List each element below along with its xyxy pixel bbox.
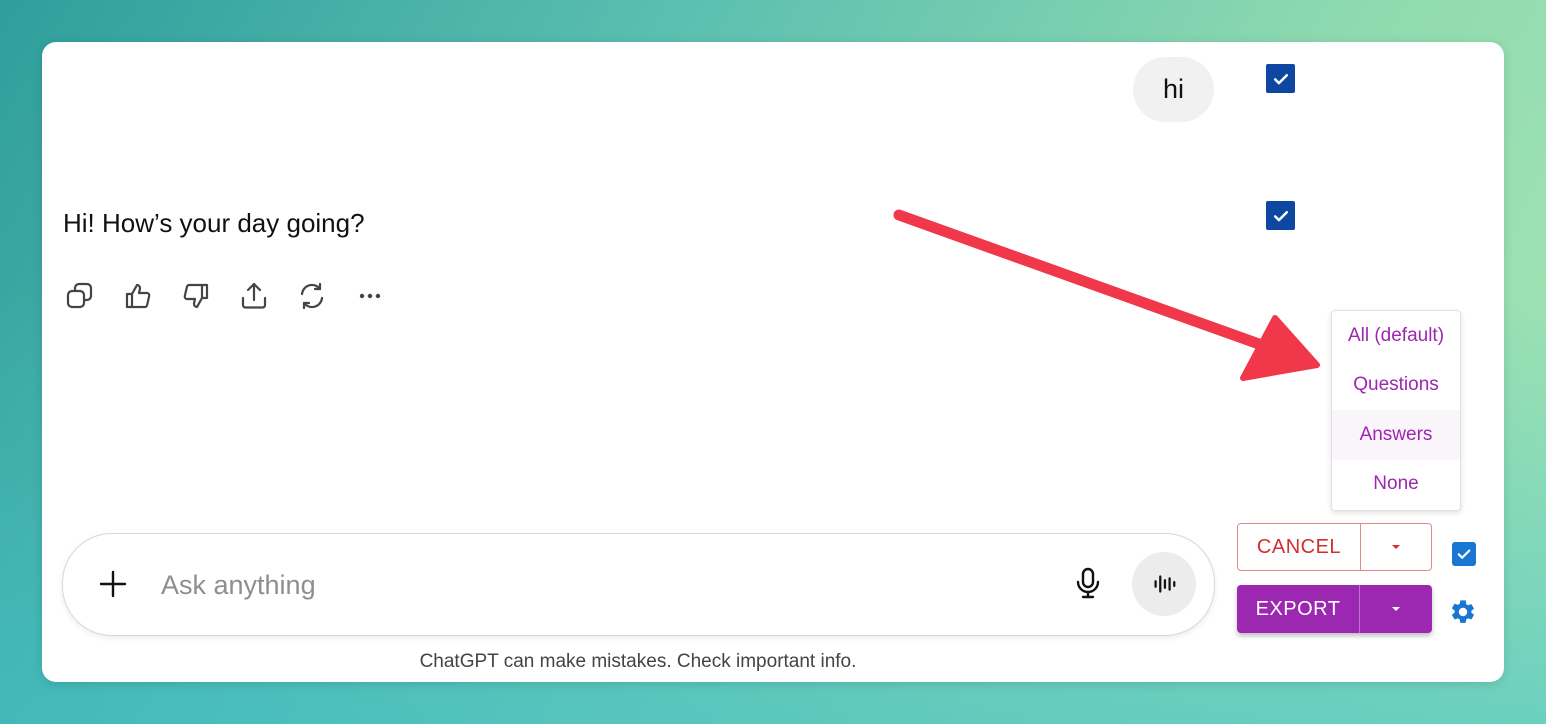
menu-item-answers[interactable]: Answers: [1332, 410, 1460, 460]
message-actions-bar: [63, 279, 387, 313]
voice-waveform-icon: [1154, 575, 1176, 593]
message-composer: [62, 533, 1215, 636]
checkmark-icon: [1273, 73, 1288, 84]
menu-item-none[interactable]: None: [1332, 460, 1460, 510]
assistant-message: Hi! How’s your day going?: [63, 208, 365, 238]
export-dropdown-button[interactable]: [1360, 585, 1432, 633]
caret-down-icon: [1392, 545, 1400, 549]
caret-down-icon: [1392, 607, 1400, 611]
share-icon: [241, 282, 267, 309]
select-question-checkbox[interactable]: [1266, 64, 1295, 93]
menu-item-questions[interactable]: Questions: [1332, 361, 1460, 411]
thumbs-down-icon: [183, 283, 209, 309]
thumbs-down-button[interactable]: [179, 279, 213, 313]
voice-mode-button[interactable]: [1132, 552, 1196, 616]
regenerate-button[interactable]: [295, 279, 329, 313]
disclaimer-text: ChatGPT can make mistakes. Check importa…: [419, 651, 857, 672]
export-button-group: EXPORT: [1237, 585, 1432, 633]
checkmark-icon: [1273, 210, 1288, 221]
user-message-bubble: hi: [1133, 57, 1214, 122]
select-answer-checkbox[interactable]: [1266, 201, 1295, 230]
thumbs-up-icon: [125, 283, 151, 309]
select-all-checkbox[interactable]: [1452, 542, 1476, 566]
regenerate-icon: [300, 282, 324, 310]
more-icon: [359, 293, 381, 299]
microphone-icon[interactable]: [1070, 565, 1106, 601]
cancel-dropdown-button[interactable]: [1361, 524, 1431, 570]
cancel-button[interactable]: CANCEL: [1238, 524, 1361, 570]
thumbs-up-button[interactable]: [121, 279, 155, 313]
plus-icon[interactable]: [96, 567, 130, 601]
gear-icon[interactable]: [1449, 598, 1477, 626]
share-button[interactable]: [237, 279, 271, 313]
menu-item-all[interactable]: All (default): [1332, 311, 1460, 361]
more-options-button[interactable]: [353, 279, 387, 313]
export-filter-menu: All (default) Questions Answers None: [1331, 310, 1461, 511]
export-button[interactable]: EXPORT: [1237, 585, 1360, 633]
ask-input[interactable]: [159, 561, 1023, 609]
chat-window: hi Hi! How’s your day going? All (defaul…: [42, 42, 1504, 682]
cancel-button-group: CANCEL: [1237, 523, 1432, 571]
checkmark-icon: [1457, 549, 1471, 559]
copy-button[interactable]: [63, 279, 97, 313]
copy-icon: [66, 282, 93, 309]
user-message-text: hi: [1162, 74, 1184, 104]
